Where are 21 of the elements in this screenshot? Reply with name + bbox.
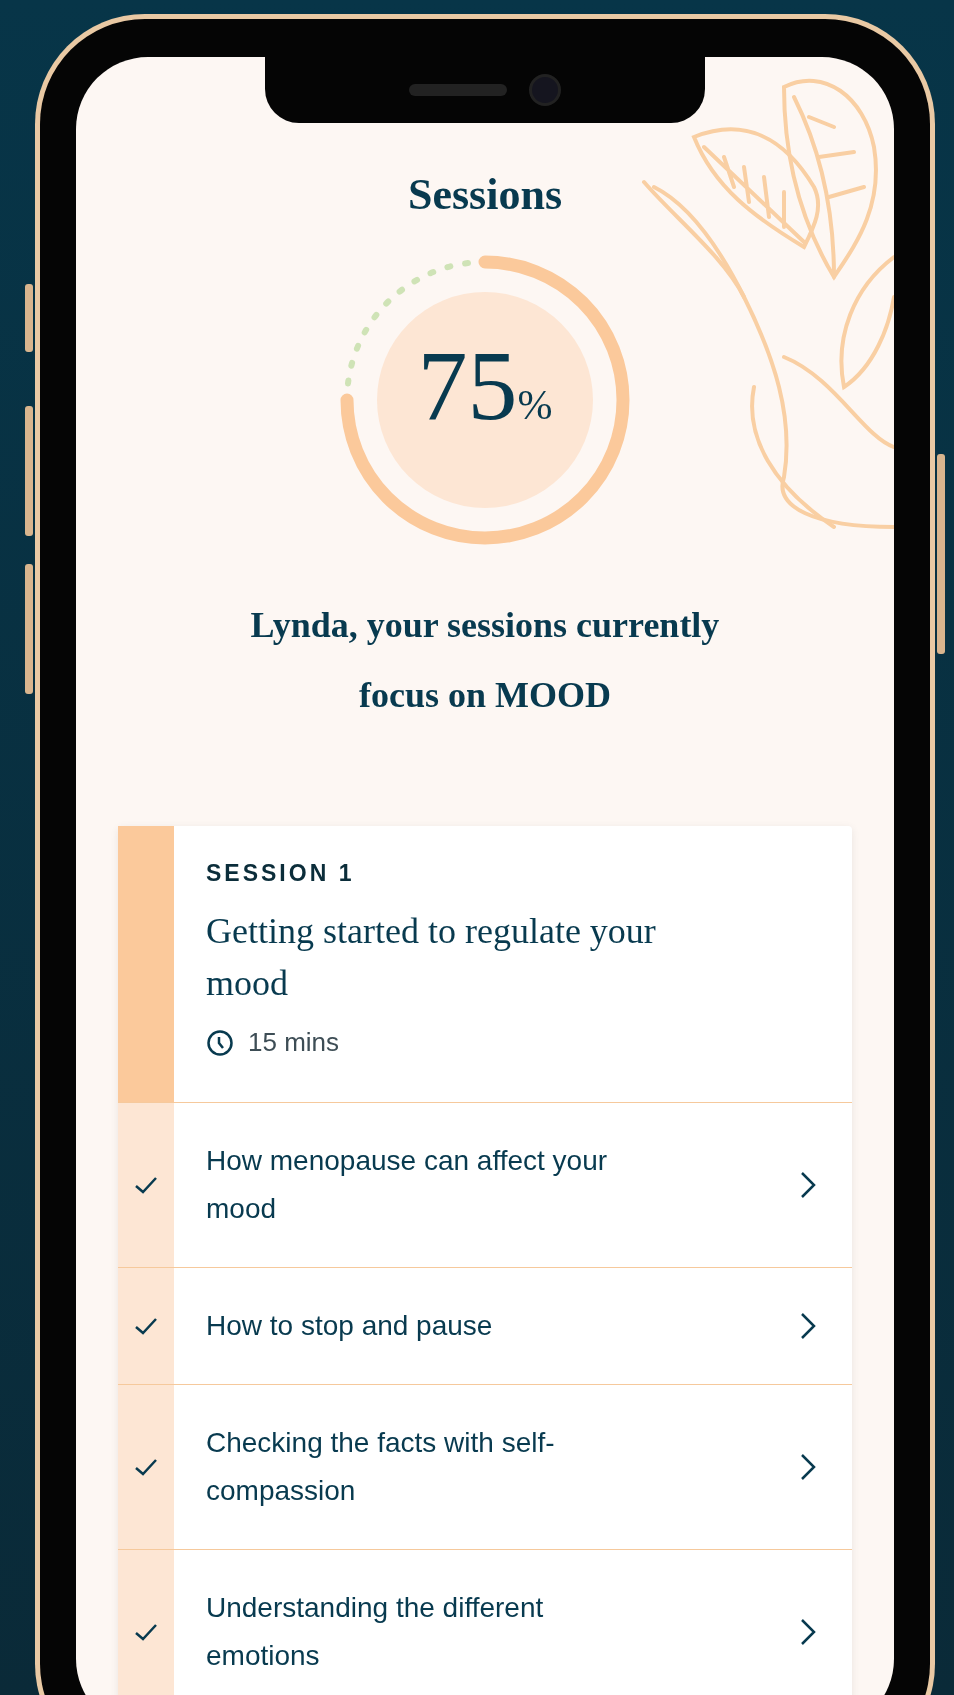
chevron-right-icon bbox=[800, 1171, 816, 1199]
session-duration: 15 mins bbox=[248, 1027, 340, 1058]
percent-sign: % bbox=[517, 381, 553, 429]
lesson-title: Understanding the different emotions bbox=[206, 1591, 545, 1673]
clock-icon bbox=[206, 1028, 234, 1057]
lesson-row[interactable]: How menopause can affect your mood bbox=[174, 1103, 852, 1267]
session-label: SESSION 1 bbox=[206, 860, 356, 887]
session-title: Getting started to regulate your mood bbox=[206, 910, 657, 1005]
focus-headline: Lynda, your sessions currently focus on MOOD bbox=[249, 604, 721, 717]
lesson-row[interactable]: Understanding the different emotions bbox=[174, 1550, 852, 1695]
chevron-right-icon bbox=[800, 1618, 816, 1646]
page-title: Sessions bbox=[407, 169, 563, 220]
chevron-right-icon bbox=[800, 1312, 816, 1340]
chevron-right-icon bbox=[800, 1453, 816, 1481]
lesson-title: Checking the facts with self-compassion bbox=[206, 1426, 556, 1508]
camera-icon bbox=[529, 74, 561, 106]
lesson-title: How menopause can affect your mood bbox=[206, 1144, 609, 1226]
progress-value: 75 bbox=[417, 336, 518, 436]
lesson-row[interactable]: How to stop and pause bbox=[174, 1268, 852, 1384]
lesson-title: How to stop and pause bbox=[206, 1309, 493, 1343]
lesson-row[interactable]: Checking the facts with self-compassion bbox=[174, 1385, 852, 1549]
